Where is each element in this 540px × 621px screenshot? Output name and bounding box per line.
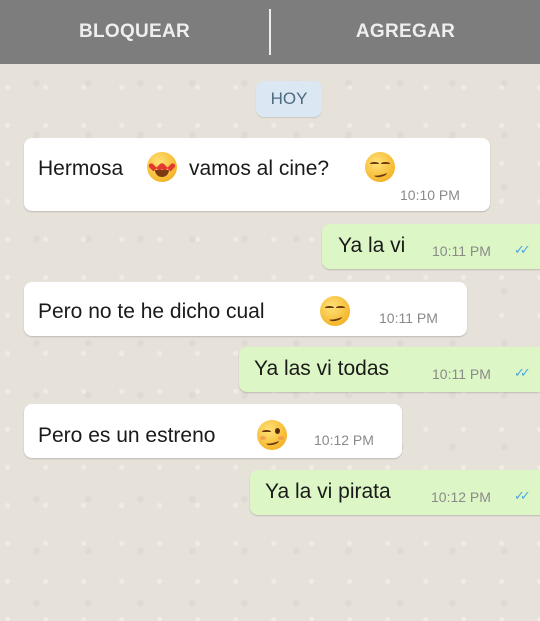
message-text: Hermosa: [38, 157, 124, 180]
message-bubble-incoming[interactable]: Hermosa vamos al cine? 10:10 PM: [24, 138, 490, 211]
message-text-continued: vamos al cine?: [189, 157, 330, 180]
wink-emoji-icon: [257, 420, 287, 450]
message-text: Ya las vi todas: [254, 357, 390, 380]
message-text: Pero no te he dicho cual: [38, 300, 265, 323]
message-bubble-incoming[interactable]: Pero no te he dicho cual 10:11 PM: [24, 282, 467, 336]
add-contact-button[interactable]: AGREGAR: [271, 21, 540, 43]
message-bubble-outgoing[interactable]: Ya las vi todas 10:11 PM ✓✓: [239, 347, 540, 392]
smirk-emoji-icon: [320, 296, 350, 326]
message-bubble-incoming[interactable]: Pero es un estreno 10:12 PM: [24, 404, 402, 458]
contact-action-bar: BLOQUEAR AGREGAR: [0, 0, 540, 64]
date-chip: HOY: [256, 81, 322, 117]
message-text: Pero es un estreno: [38, 424, 216, 447]
message-text: Ya la vi: [338, 234, 406, 257]
block-button[interactable]: BLOQUEAR: [0, 21, 269, 43]
message-timestamp: 10:11 PM: [379, 310, 438, 326]
message-timestamp: 10:11 PM: [432, 243, 491, 259]
message-timestamp: 10:12 PM: [431, 489, 491, 505]
read-ticks-icon: ✓✓: [514, 488, 531, 503]
read-ticks-icon: ✓✓: [514, 242, 531, 257]
message-text: Ya la vi pirata: [265, 480, 391, 503]
message-timestamp: 10:12 PM: [314, 432, 374, 448]
smirk-emoji-icon: [365, 152, 395, 182]
message-timestamp: 10:11 PM: [432, 366, 491, 382]
read-ticks-icon: ✓✓: [514, 365, 531, 380]
heart-eyes-emoji-icon: [147, 152, 177, 182]
message-bubble-outgoing[interactable]: Ya la vi pirata 10:12 PM ✓✓: [250, 470, 540, 515]
message-bubble-outgoing[interactable]: Ya la vi 10:11 PM ✓✓: [322, 224, 540, 269]
message-timestamp: 10:10 PM: [400, 187, 460, 203]
